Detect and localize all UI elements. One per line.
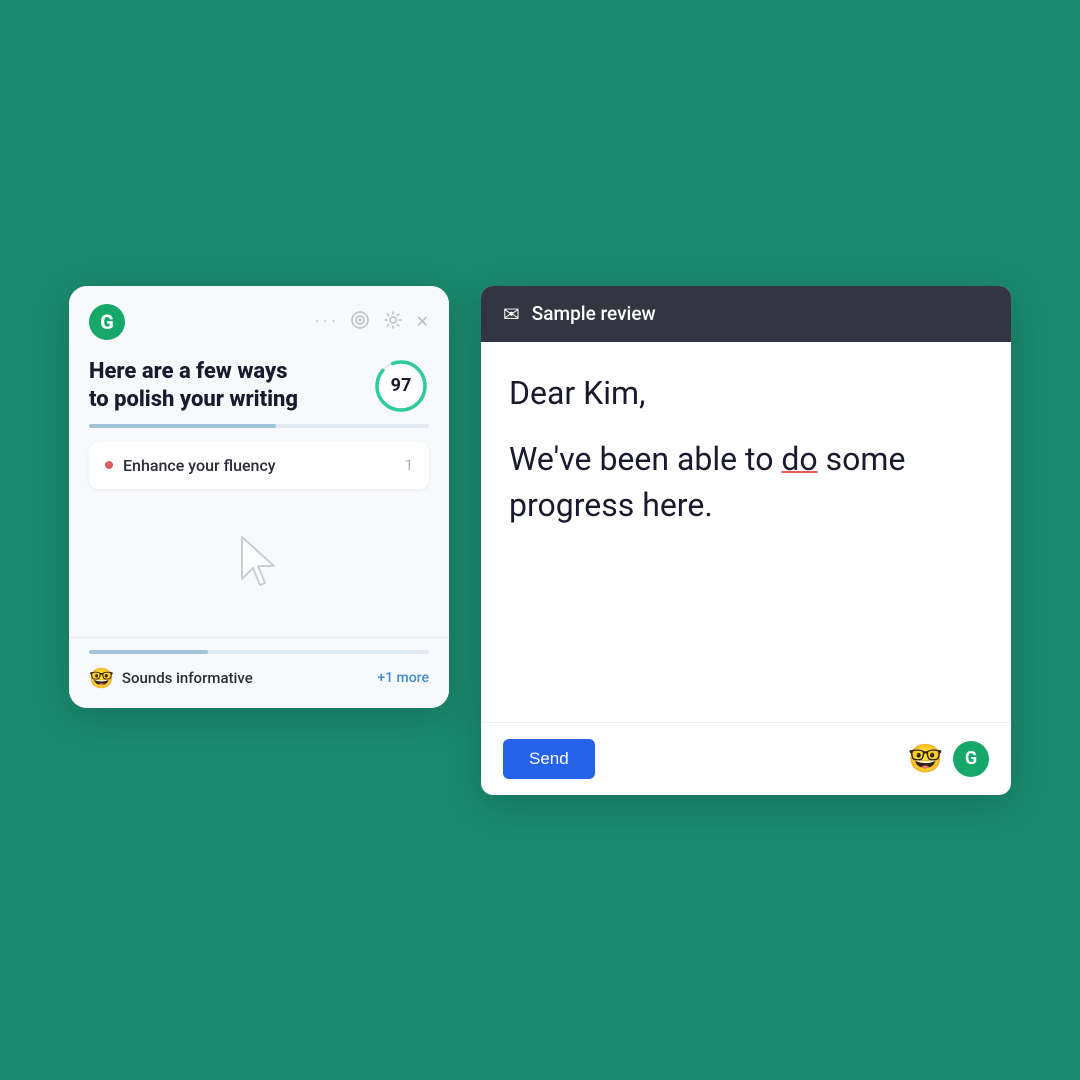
grammarly-logo: G [89,304,125,340]
email-content: We've been able to do some progress here… [509,436,983,529]
close-icon[interactable]: ✕ [416,312,429,331]
email-header: ✉ Sample review [481,286,1011,342]
grammarly-panel: G · · · ✕ [69,286,449,708]
suggestion-label: Enhance your fluency [123,456,276,475]
more-badge[interactable]: +1 more [377,670,429,686]
bottom-label: Sounds informative [122,669,253,687]
email-icon: ✉ [503,302,520,326]
footer-nerd-emoji: 🤓 [908,742,943,775]
footer-icons: 🤓 G [908,741,989,777]
progress-bar-top [89,424,429,428]
grammarly-g-icon[interactable]: G [953,741,989,777]
progress-bar-bottom-fill [89,650,208,654]
suggestion-left: Enhance your fluency [105,456,276,475]
panel-header: G · · · ✕ [69,286,449,350]
highlighted-word: do [781,440,817,478]
progress-bar-bottom [89,650,429,654]
panel-body: Here are a few ways to polish your writi… [69,350,449,637]
send-button[interactable]: Send [503,739,595,779]
dots-icon[interactable]: · · · [315,312,335,331]
email-header-title: Sample review [532,302,656,325]
cursor-area [89,501,429,621]
settings-icon[interactable] [384,311,402,333]
score-number: 97 [391,375,412,396]
header-icons: · · · ✕ [315,310,429,334]
email-greeting: Dear Kim, [509,374,983,412]
title-row: Here are a few ways to polish your writi… [89,358,429,414]
scene: G · · · ✕ [69,286,1011,795]
email-footer: Send 🤓 G [481,722,1011,795]
suggestion-count: 1 [405,456,413,474]
cursor-icon [234,533,284,589]
email-panel: ✉ Sample review Dear Kim, We've been abl… [481,286,1011,795]
nerd-emoji: 🤓 [89,666,114,690]
bottom-bar: 🤓 Sounds informative +1 more [69,637,449,708]
score-circle: 97 [373,358,429,414]
goal-icon[interactable] [350,310,370,334]
email-body: Dear Kim, We've been able to do some pro… [481,342,1011,722]
bottom-left: 🤓 Sounds informative [89,666,253,690]
panel-title: Here are a few ways to polish your writi… [89,358,365,413]
bottom-card: 🤓 Sounds informative +1 more [89,666,429,690]
suggestion-dot [105,461,113,469]
suggestion-card[interactable]: Enhance your fluency 1 [89,442,429,489]
progress-bar-fill-top [89,424,276,428]
